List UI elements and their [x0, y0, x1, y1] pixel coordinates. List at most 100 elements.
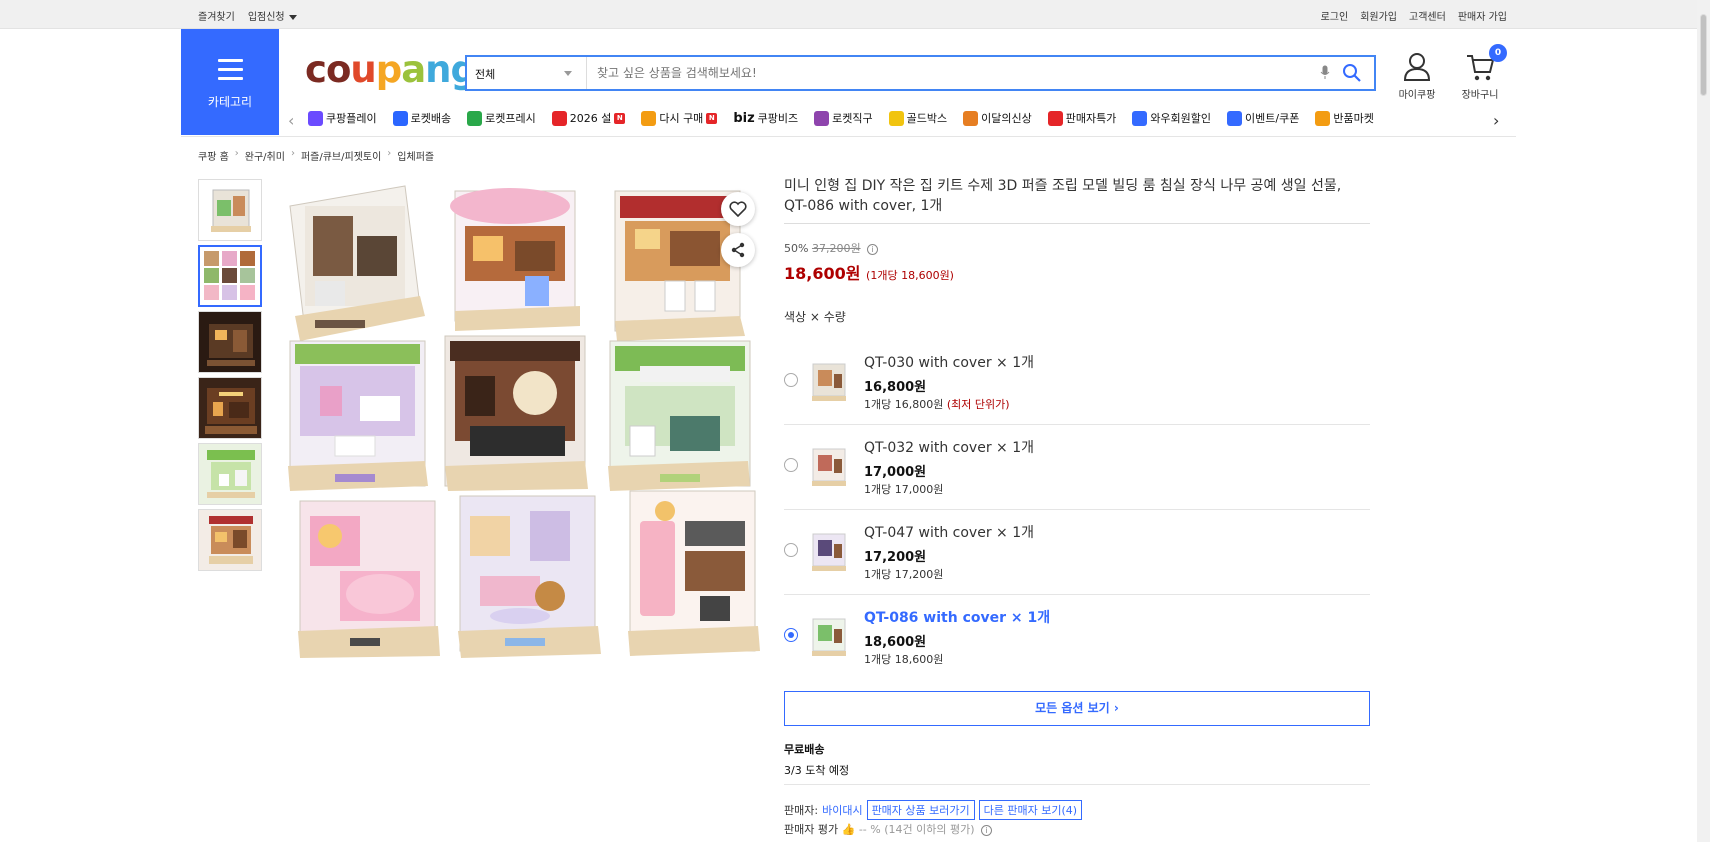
- breadcrumb-toys[interactable]: 완구/취미: [245, 148, 285, 163]
- nav-item-label: 쿠팡비즈: [757, 112, 799, 125]
- nav-item[interactable]: 쿠팡플레이: [308, 110, 377, 126]
- view-seller-products-button[interactable]: 판매자 상품 보러가기: [866, 800, 975, 820]
- heart-icon: [729, 201, 747, 217]
- nav-item[interactable]: biz 쿠팡비즈: [733, 110, 798, 126]
- thumbs-up-icon: 👍: [841, 823, 856, 836]
- nav-item-label: 골드박스: [906, 112, 948, 125]
- search-icon[interactable]: [1342, 63, 1362, 83]
- vendor-apply-link[interactable]: 입점신청: [248, 8, 297, 23]
- search-bar: 전체: [465, 55, 1376, 91]
- option-thumbnail: [812, 363, 846, 401]
- category-menu-button[interactable]: 카테고리: [181, 29, 279, 135]
- chevron-down-icon: [564, 71, 572, 76]
- seller-rating-value: -- %: [858, 823, 881, 836]
- customer-center-link[interactable]: 고객센터: [1409, 8, 1446, 23]
- cart-count-badge: 0: [1489, 44, 1507, 62]
- nav-item[interactable]: 와우회원할인: [1132, 110, 1211, 126]
- option-radio[interactable]: [784, 458, 798, 472]
- caret-down-icon: [288, 14, 297, 20]
- thumbnail-list: [198, 179, 262, 575]
- seller-signup-link[interactable]: 판매자 가입: [1458, 8, 1507, 23]
- nav-item[interactable]: 로켓직구: [814, 110, 873, 126]
- my-coupang-label: 마이쿠팡: [1398, 90, 1436, 101]
- thumbnail-image[interactable]: [198, 311, 262, 373]
- option-name: QT-086 with cover × 1개: [864, 610, 1051, 626]
- shipping-info: 무료배송 3/3 도착 예정: [784, 741, 849, 778]
- breadcrumb-3d-puzzle[interactable]: 입체퍼즐: [397, 148, 434, 163]
- option-radio[interactable]: [784, 628, 798, 642]
- signup-link[interactable]: 회원가입: [1360, 8, 1397, 23]
- breadcrumb-home[interactable]: 쿠팡 홈: [198, 148, 229, 163]
- option-item[interactable]: QT-030 with cover × 1개 16,800원 1개당 16,800원…: [784, 340, 1370, 425]
- nav-item[interactable]: 이달의신상: [963, 110, 1032, 126]
- service-nav-list: 쿠팡플레이 로켓배송 로켓프레시 2026 설 N 다시 구매 Nbiz 쿠팡비즈 로켓직구 골드…: [308, 110, 1488, 126]
- nav-next-arrow-icon[interactable]: ›: [1493, 111, 1499, 130]
- nav-item-label: 로켓배송: [410, 112, 452, 125]
- nav-item[interactable]: 판매자특가: [1047, 110, 1116, 126]
- main-product-image[interactable]: [280, 176, 760, 666]
- user-icon: [1403, 53, 1431, 81]
- play-icon: [308, 110, 323, 126]
- thumbnail-image[interactable]: [198, 179, 262, 241]
- view-all-options-button[interactable]: 모든 옵션 보기 ›: [784, 691, 1370, 726]
- biz-icon: biz: [733, 110, 755, 126]
- seller-rating-note: (14건 이하의 평가): [884, 823, 975, 836]
- nav-item[interactable]: 이벤트/쿠폰: [1227, 110, 1299, 126]
- new-badge: N: [614, 112, 626, 124]
- option-list: QT-030 with cover × 1개 16,800원 1개당 16,800원…: [784, 340, 1370, 680]
- option-unit-price: 1개당 17,000원: [864, 483, 944, 496]
- share-button[interactable]: [721, 233, 755, 267]
- option-item[interactable]: QT-086 with cover × 1개 18,600원 1개당 18,600원: [784, 595, 1370, 680]
- sale-price: 18,600원 (1개당 18,600원): [784, 264, 954, 283]
- nav-item[interactable]: 다시 구매 N: [641, 110, 718, 126]
- thumbnail-image[interactable]: [198, 377, 262, 439]
- microphone-icon[interactable]: [1320, 65, 1330, 80]
- search-category-select[interactable]: 전체: [467, 57, 587, 89]
- rocket-icon: [392, 110, 408, 126]
- title-divider: [784, 223, 1370, 224]
- thumbnail-image[interactable]: [198, 509, 262, 571]
- scrollbar-thumb[interactable]: [1700, 14, 1707, 96]
- info-icon[interactable]: i: [981, 824, 992, 836]
- nav-item[interactable]: 로켓프레시: [467, 110, 536, 126]
- other-sellers-button[interactable]: 다른 판매자 보기(4): [978, 800, 1083, 820]
- option-price: 17,000원: [864, 465, 927, 480]
- nav-prev-arrow-icon[interactable]: ‹: [288, 111, 294, 130]
- coupang-logo[interactable]: coupang: [305, 48, 477, 91]
- seller-label: 판매자:: [784, 804, 819, 817]
- seller-name-link[interactable]: 바이대시: [822, 802, 862, 818]
- nav-item[interactable]: 로켓배송: [392, 110, 452, 126]
- page-scrollbar[interactable]: [1697, 0, 1710, 842]
- bookmark-link[interactable]: 즐겨찾기: [198, 8, 235, 23]
- nav-item[interactable]: 반품마켓: [1315, 110, 1374, 126]
- percent-icon: [1047, 110, 1063, 126]
- option-unit-price: 1개당 17,200원: [864, 568, 944, 581]
- option-name: QT-030 with cover × 1개: [864, 355, 1034, 371]
- nav-item-label: 로켓프레시: [485, 112, 536, 125]
- search-input[interactable]: [595, 62, 1295, 84]
- gift-icon: [551, 110, 567, 126]
- nav-item-label: 이달의신상: [981, 112, 1032, 125]
- option-radio[interactable]: [784, 373, 798, 387]
- nav-item[interactable]: 골드박스: [888, 110, 948, 126]
- lowest-unit-tag: (최저 단위가): [946, 398, 1010, 411]
- option-radio[interactable]: [784, 543, 798, 557]
- thumbnail-image[interactable]: [198, 245, 262, 307]
- discount-rate: 50%: [784, 242, 809, 255]
- breadcrumb-puzzle[interactable]: 퍼즐/큐브/피젯토이: [301, 148, 381, 163]
- nav-item-label: 이벤트/쿠폰: [1245, 112, 1300, 125]
- login-link[interactable]: 로그인: [1321, 8, 1349, 23]
- nav-item-label: 다시 구매: [659, 112, 704, 125]
- thumbnail-image[interactable]: [198, 443, 262, 505]
- unit-price: (1개당 18,600원): [866, 269, 954, 282]
- header-divider: [181, 136, 1516, 137]
- my-coupang-button[interactable]: 마이쿠팡: [1387, 52, 1447, 101]
- option-item[interactable]: QT-032 with cover × 1개 17,000원 1개당 17,000원: [784, 425, 1370, 510]
- option-thumbnail: [812, 448, 846, 486]
- info-icon[interactable]: i: [867, 243, 879, 255]
- nav-item[interactable]: 2026 설N: [551, 110, 626, 126]
- option-item[interactable]: QT-047 with cover × 1개 17,200원 1개당 17,200원: [784, 510, 1370, 595]
- favorite-button[interactable]: [721, 192, 755, 226]
- seller-rating-label: 판매자 평가: [784, 823, 839, 836]
- option-thumbnail: [812, 618, 846, 656]
